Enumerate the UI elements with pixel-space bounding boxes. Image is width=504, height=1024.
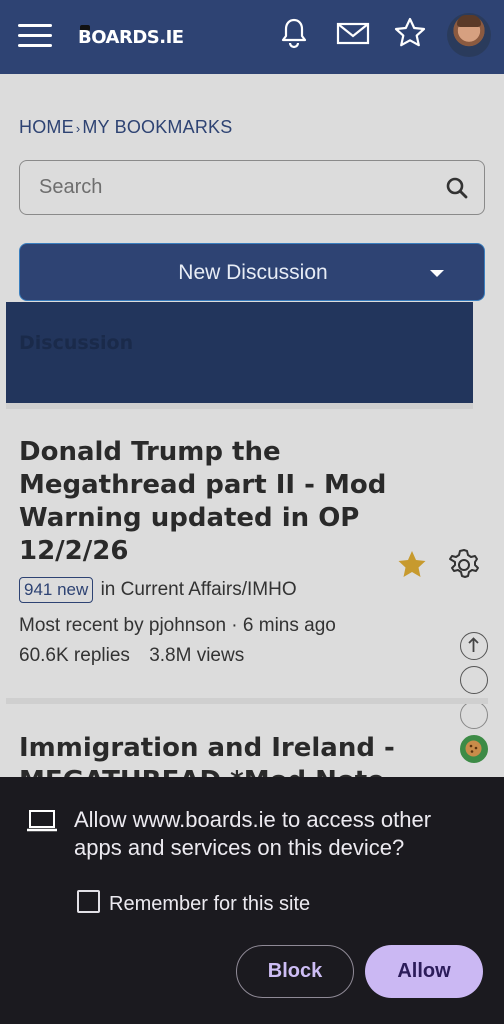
discussion-header-label: Discussion	[19, 332, 134, 354]
side-button-faded[interactable]	[460, 701, 488, 729]
breadcrumb-current[interactable]: MY BOOKMARKS	[82, 117, 232, 137]
cookie-icon[interactable]	[460, 735, 488, 763]
mail-icon[interactable]	[336, 16, 370, 50]
breadcrumb-home[interactable]: HOME	[19, 117, 74, 137]
laptop-icon	[27, 810, 57, 832]
new-discussion-button[interactable]: New Discussion	[19, 243, 485, 301]
bookmark-star-icon[interactable]	[396, 549, 428, 581]
breadcrumb: HOME › MY BOOKMARKS	[19, 117, 232, 138]
discussion-header: Discussion	[6, 302, 473, 403]
side-button[interactable]	[460, 666, 488, 694]
thread-meta: 941 new in Current Affairs/IMHO	[19, 577, 297, 603]
remember-label[interactable]: Remember for this site	[109, 893, 310, 916]
thread-replies: 60.6K replies	[19, 645, 130, 666]
allow-button[interactable]: Allow	[365, 945, 483, 998]
search-icon[interactable]	[446, 177, 468, 199]
thread-stats: 60.6K replies 3.8M views	[19, 645, 244, 667]
avatar[interactable]	[447, 13, 491, 57]
divider	[6, 403, 473, 409]
new-count-badge[interactable]: 941 new	[19, 577, 94, 603]
search-input[interactable]: Search	[19, 160, 485, 215]
thread-item[interactable]: Immigration and Ireland - MEGATHREAD *Mo…	[19, 732, 459, 777]
thread-title[interactable]: Donald Trump the Megathread part II - Mo…	[19, 436, 389, 568]
divider	[6, 698, 488, 704]
block-button[interactable]: Block	[236, 945, 354, 998]
chevron-down-icon[interactable]	[430, 270, 444, 277]
arrow-up-icon	[468, 637, 479, 652]
thread-views: 3.8M views	[149, 645, 245, 666]
remember-checkbox[interactable]	[77, 890, 100, 913]
gear-icon[interactable]	[447, 548, 481, 582]
new-discussion-label: New Discussion	[178, 261, 328, 284]
star-icon[interactable]	[393, 16, 427, 50]
site-logo[interactable]: BOARDS.IE	[78, 27, 184, 48]
bell-icon[interactable]	[277, 16, 311, 50]
thread-category[interactable]: in Current Affairs/IMHO	[101, 579, 297, 600]
menu-icon[interactable]	[18, 24, 52, 48]
top-bar: BOARDS.IE	[0, 0, 504, 74]
breadcrumb-separator: ›	[75, 121, 81, 136]
permission-dialog: Allow www.boards.ie to access other apps…	[0, 777, 504, 1024]
permission-message: Allow www.boards.ie to access other apps…	[74, 807, 432, 860]
thread-recent: Most recent by pjohnson · 6 mins ago	[19, 615, 336, 636]
search-placeholder: Search	[39, 176, 103, 198]
thread-title[interactable]: Immigration and Ireland - MEGATHREAD *Mo…	[19, 732, 459, 777]
scroll-top-button[interactable]	[460, 632, 488, 660]
thread-item[interactable]: Donald Trump the Megathread part II - Mo…	[19, 436, 389, 568]
